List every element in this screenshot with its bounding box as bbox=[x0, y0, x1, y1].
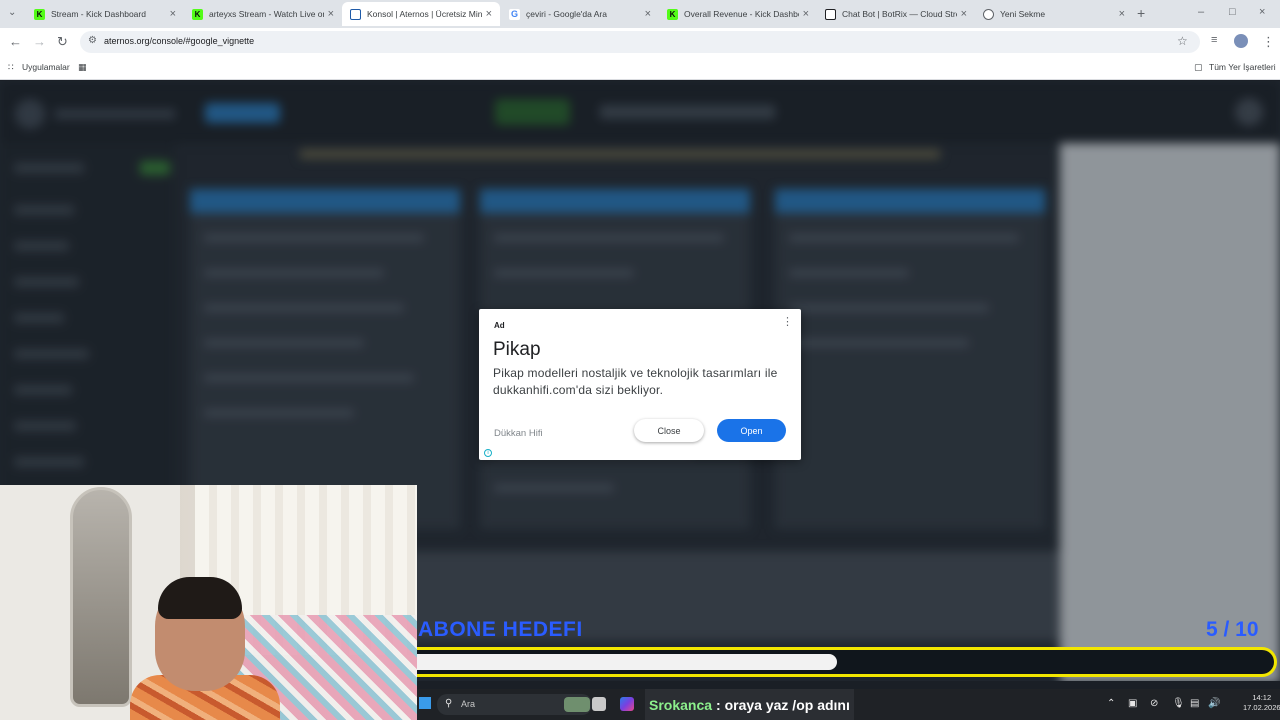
subscriber-goal-progress-bar bbox=[417, 647, 1277, 677]
aternos-icon bbox=[350, 8, 361, 20]
tab-arteyxs-stream[interactable]: K arteyxs Stream - Watch Live on × bbox=[184, 2, 342, 26]
close-tab-icon[interactable]: × bbox=[1119, 8, 1125, 20]
kick-icon: K bbox=[34, 8, 45, 20]
subscriber-goal-title: ABONE HEDEFI bbox=[418, 618, 583, 641]
webcam-mirror bbox=[70, 487, 132, 707]
site-info-icon[interactable]: ⚙ bbox=[88, 35, 97, 46]
tab-groups-icon[interactable]: ▦ bbox=[78, 62, 87, 73]
browser-toolbar: ← → ↻ ⚙ aternos.org/console/#google_vign… bbox=[0, 28, 1280, 56]
reload-icon[interactable]: ↻ bbox=[57, 34, 68, 50]
tab-title: Yeni Sekme bbox=[1000, 9, 1046, 19]
speaker-icon[interactable]: 🔊 bbox=[1208, 698, 1220, 709]
bookmark-apps[interactable]: Uygulamalar bbox=[22, 62, 70, 72]
close-tab-icon[interactable]: × bbox=[961, 8, 967, 20]
restore-window-icon[interactable]: □ bbox=[1229, 6, 1236, 18]
chat-message-overlay: Srokanca : oraya yaz /op adını bbox=[645, 689, 854, 720]
ad-advertiser: Dükkan Hifi bbox=[494, 428, 543, 439]
clock-date: 17.02.2026 bbox=[1243, 703, 1280, 712]
ad-open-button[interactable]: Open bbox=[717, 419, 786, 442]
network-icon[interactable]: ▤ bbox=[1190, 698, 1199, 709]
all-bookmarks-link[interactable]: Tüm Yer İşaretleri bbox=[1209, 62, 1276, 72]
search-icon: ⚲ bbox=[445, 698, 453, 709]
webcam-feed bbox=[0, 485, 417, 720]
tab-kick-dashboard[interactable]: K Stream - Kick Dashboard × bbox=[26, 2, 184, 26]
google-icon: G bbox=[509, 8, 520, 20]
new-tab-plus-icon[interactable]: + bbox=[1137, 5, 1145, 21]
ad-choices-icon[interactable]: i bbox=[484, 449, 492, 457]
ad-title: Pikap bbox=[493, 339, 541, 360]
chat-message: : oraya yaz /op adını bbox=[716, 696, 850, 713]
tab-title: Overall Revenue - Kick Dashboar bbox=[684, 9, 799, 19]
globe-icon bbox=[983, 8, 994, 20]
kick-icon: K bbox=[667, 8, 678, 20]
tab-google-search[interactable]: G çeviri - Google'da Ara × bbox=[501, 2, 659, 26]
bookmarks-bar: ∷ Uygulamalar ▦ ▢ Tüm Yer İşaretleri bbox=[0, 56, 1280, 80]
close-tab-icon[interactable]: × bbox=[803, 8, 809, 20]
tab-title: Konsol | Aternos | Ücretsiz Min bbox=[367, 9, 482, 19]
webcam-person-hair bbox=[158, 577, 242, 619]
more-menu-icon[interactable]: ⋮ bbox=[1262, 34, 1275, 50]
search-highlight-image bbox=[564, 697, 590, 712]
subscriber-goal-progress-fill bbox=[417, 654, 837, 670]
taskbar-search-placeholder: Ara bbox=[461, 699, 476, 709]
close-tab-icon[interactable]: × bbox=[645, 8, 651, 20]
tab-aternos-console[interactable]: Konsol | Aternos | Ücretsiz Min × bbox=[342, 2, 500, 26]
tab-title: arteyxs Stream - Watch Live on bbox=[209, 9, 324, 19]
profile-avatar[interactable] bbox=[1234, 34, 1248, 48]
minimize-window-icon[interactable]: – bbox=[1198, 6, 1204, 18]
kick-icon: K bbox=[192, 8, 203, 20]
forward-arrow-icon[interactable]: → bbox=[33, 34, 46, 49]
close-window-icon[interactable]: × bbox=[1259, 6, 1265, 18]
tab-overall-revenue[interactable]: K Overall Revenue - Kick Dashboar × bbox=[659, 2, 817, 26]
tab-botrix[interactable]: Chat Bot | BotRix — Cloud Stre × bbox=[817, 2, 975, 26]
ad-label: Ad bbox=[494, 321, 505, 330]
address-bar[interactable]: ⚙ aternos.org/console/#google_vignette ☆ bbox=[80, 31, 1200, 53]
vignette-ad-dialog: Ad ⋮ Pikap Pikap modelleri nostaljik ve … bbox=[479, 309, 801, 460]
windows-start-icon[interactable] bbox=[419, 697, 431, 709]
tab-title: çeviri - Google'da Ara bbox=[526, 9, 607, 19]
tray-muted-icon[interactable]: ⊘ bbox=[1150, 698, 1158, 709]
windows-taskbar: ⚲ Ara Srokanca : oraya yaz /op adını ⌃ ▣… bbox=[417, 689, 1280, 720]
chat-username: Srokanca bbox=[649, 696, 713, 713]
apps-grid-icon[interactable]: ∷ bbox=[8, 62, 14, 73]
clock-time: 14:12 bbox=[1252, 693, 1272, 702]
ad-options-icon[interactable]: ⋮ bbox=[782, 317, 793, 328]
reading-list-icon[interactable]: ≡ bbox=[1211, 34, 1217, 46]
ad-close-button[interactable]: Close bbox=[634, 419, 704, 442]
tab-new-tab[interactable]: Yeni Sekme × bbox=[975, 2, 1133, 26]
file-explorer-icon[interactable] bbox=[592, 697, 606, 711]
tab-search-chevron-icon[interactable]: ⌄ bbox=[8, 7, 16, 18]
bookmark-star-icon[interactable]: ☆ bbox=[1177, 34, 1188, 48]
back-arrow-icon[interactable]: ← bbox=[9, 34, 22, 49]
url-text[interactable]: aternos.org/console/#google_vignette bbox=[104, 36, 254, 46]
microphone-icon[interactable]: 🎙 bbox=[1172, 698, 1185, 709]
subscriber-goal-count: 5 / 10 bbox=[1206, 618, 1259, 641]
app-icon[interactable] bbox=[620, 697, 634, 711]
close-tab-icon[interactable]: × bbox=[486, 8, 492, 20]
system-clock[interactable]: 14:12 17.02.2026 bbox=[1243, 693, 1280, 713]
tray-app-icon[interactable]: ▣ bbox=[1128, 698, 1137, 709]
close-tab-icon[interactable]: × bbox=[328, 8, 334, 20]
close-tab-icon[interactable]: × bbox=[170, 8, 176, 20]
browser-tab-strip: ⌄ K Stream - Kick Dashboard × K arteyxs … bbox=[0, 0, 1280, 28]
tray-chevron-icon[interactable]: ⌃ bbox=[1107, 698, 1115, 709]
folder-icon: ▢ bbox=[1194, 62, 1203, 72]
ad-body-text: Pikap modelleri nostaljik ve teknolojik … bbox=[493, 366, 778, 397]
tab-title: Stream - Kick Dashboard bbox=[51, 9, 146, 19]
tab-title: Chat Bot | BotRix — Cloud Stre bbox=[842, 9, 957, 19]
botrix-icon bbox=[825, 8, 836, 20]
taskbar-search-box[interactable]: ⚲ Ara bbox=[437, 694, 592, 715]
